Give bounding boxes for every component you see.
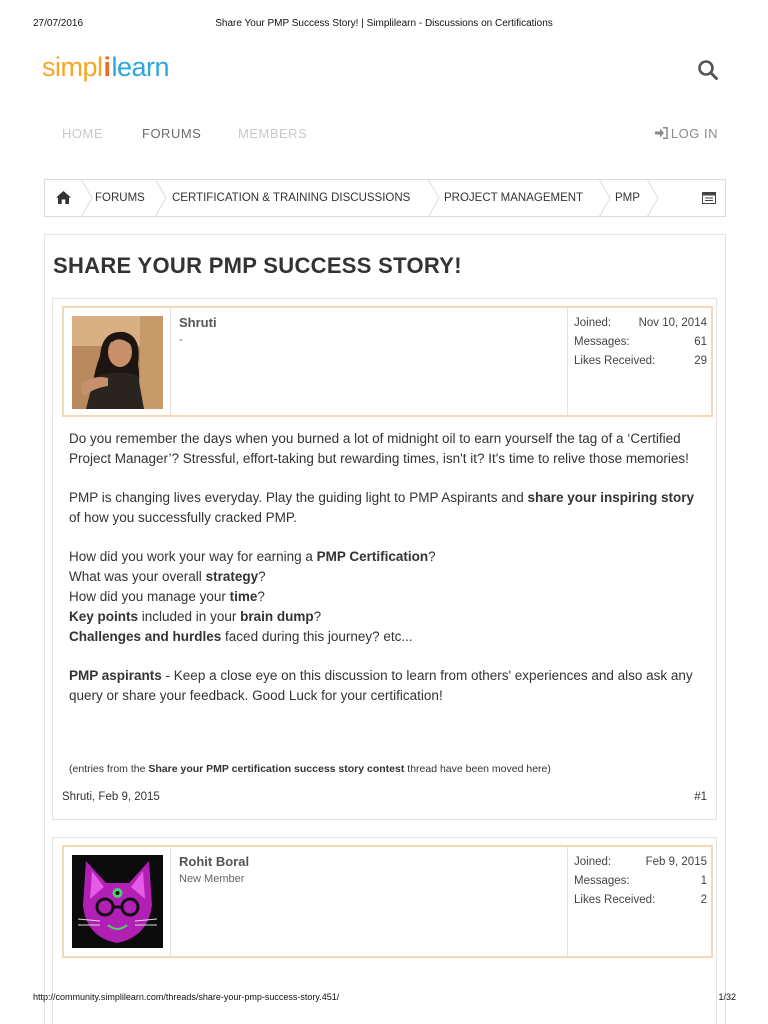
post-author-date[interactable]: Shruti, Feb 9, 2015	[62, 791, 160, 803]
joined-label: Joined:	[574, 317, 612, 329]
breadcrumb-home[interactable]	[53, 180, 75, 216]
message-paragraph: Do you remember the days when you burned…	[69, 431, 689, 466]
breadcrumb-separator	[647, 179, 659, 217]
search-button[interactable]	[697, 59, 721, 83]
breadcrumb-separator	[428, 179, 440, 217]
post: Shruti - Joined: Nov 10, 2014 Messages: 61…	[52, 298, 717, 820]
messages-label[interactable]: Messages:	[574, 333, 630, 352]
login-label: LOG IN	[670, 126, 718, 141]
user-title: New Member	[179, 873, 245, 885]
message-body: Do you remember the days when you burned…	[69, 429, 699, 725]
nav-forums[interactable]: FORUMS	[142, 126, 201, 141]
user-stats: Joined: Nov 10, 2014 Messages: 61 Likes Re…	[574, 314, 707, 371]
login-link[interactable]: LOG IN	[654, 126, 718, 141]
joined-value: Feb 9, 2015	[645, 856, 707, 868]
print-header: 27/07/2016 Share Your PMP Success Story!…	[0, 18, 768, 32]
logo-part-3: learn	[111, 52, 170, 82]
contest-note: (entries from the Share your PMP certifi…	[69, 763, 551, 775]
nav-members[interactable]: MEMBERS	[238, 126, 307, 141]
print-title: Share Your PMP Success Story! | Simplile…	[215, 18, 553, 29]
breadcrumb: FORUMS CERTIFICATION & TRAINING DISCUSSI…	[44, 179, 726, 217]
likes-value: 29	[694, 355, 707, 367]
thread-title: SHARE YOUR PMP SUCCESS STORY!	[53, 253, 462, 278]
avatar[interactable]	[72, 855, 163, 948]
logo-part-2: i	[103, 52, 112, 82]
breadcrumb-pmp[interactable]: PMP	[615, 180, 640, 216]
breadcrumb-separator	[81, 179, 93, 217]
message-paragraph: PMP aspirants - Keep a close eye on this…	[69, 668, 693, 703]
username[interactable]: Shruti	[179, 315, 217, 330]
joined-label: Joined:	[574, 856, 612, 868]
user-info-bar: Shruti - Joined: Nov 10, 2014 Messages: 61…	[62, 306, 713, 417]
username-cell: Rohit Boral New Member	[170, 847, 568, 956]
home-icon	[56, 191, 71, 204]
site-logo[interactable]: simplilearn	[42, 52, 170, 83]
avatar[interactable]	[72, 316, 163, 409]
logo-part-1: simpl	[42, 52, 103, 82]
breadcrumb-project-management[interactable]: PROJECT MANAGEMENT	[444, 180, 583, 216]
likes-label: Likes Received:	[574, 894, 656, 906]
messages-value[interactable]: 61	[694, 333, 707, 352]
user-title: -	[179, 334, 183, 346]
message-questions: How did you work your way for earning a …	[69, 549, 436, 644]
print-page-number: 1/32	[718, 992, 736, 1002]
message-paragraph: PMP is changing lives everyday. Play the…	[69, 490, 695, 525]
print-url: http://community.simplilearn.com/threads…	[33, 992, 340, 1002]
post-permalink[interactable]: #1	[694, 791, 707, 803]
main-nav: HOME FORUMS MEMBERS LOG IN	[62, 126, 718, 144]
print-footer: http://community.simplilearn.com/threads…	[0, 992, 768, 1006]
breadcrumb-forums[interactable]: FORUMS	[95, 180, 145, 216]
messages-value[interactable]: 1	[701, 872, 707, 891]
nav-home[interactable]: HOME	[62, 126, 103, 141]
messages-label[interactable]: Messages:	[574, 872, 630, 891]
breadcrumb-certification-training[interactable]: CERTIFICATION & TRAINING DISCUSSIONS	[172, 180, 410, 216]
search-icon	[698, 60, 718, 80]
thread-container: SHARE YOUR PMP SUCCESS STORY! Shruti - J…	[44, 234, 726, 1024]
joined-value: Nov 10, 2014	[638, 317, 707, 329]
username[interactable]: Rohit Boral	[179, 854, 249, 869]
breadcrumb-separator	[599, 179, 611, 217]
likes-label: Likes Received:	[574, 355, 656, 367]
username-cell: Shruti -	[170, 308, 568, 415]
menu-icon[interactable]	[702, 192, 716, 204]
breadcrumb-separator	[155, 179, 167, 217]
user-stats: Joined: Feb 9, 2015 Messages: 1 Likes Rece…	[574, 853, 707, 910]
likes-value: 2	[700, 894, 707, 906]
login-icon	[654, 127, 668, 139]
user-info-bar: Rohit Boral New Member Joined: Feb 9, 201…	[62, 845, 713, 958]
